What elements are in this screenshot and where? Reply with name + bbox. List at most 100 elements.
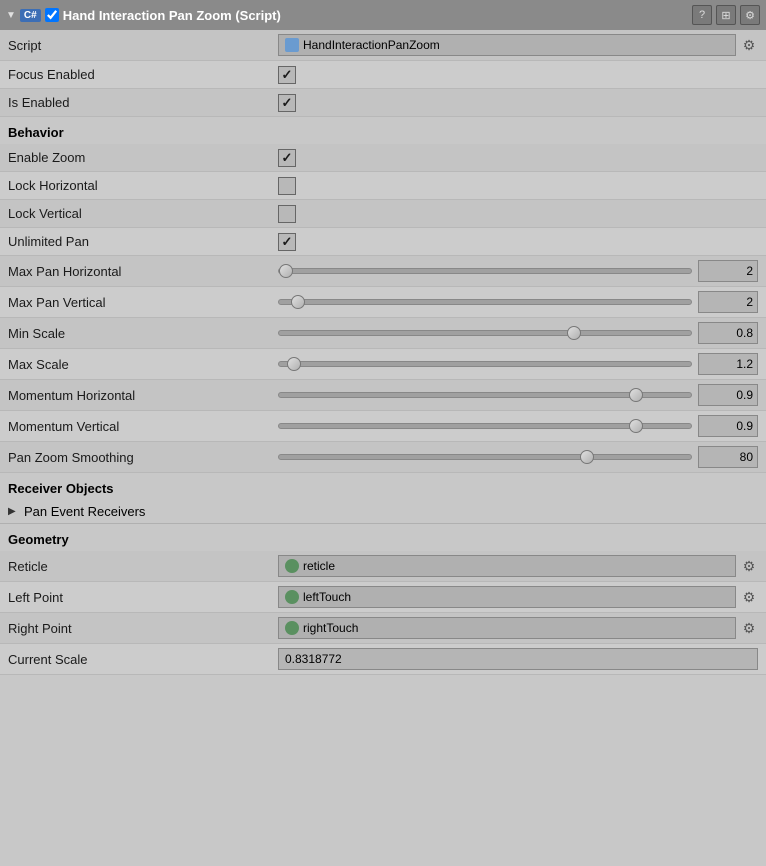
max-pan-horizontal-slider-track[interactable] bbox=[278, 268, 692, 274]
min-scale-row: Min Scale bbox=[0, 318, 766, 349]
max-pan-vertical-slider-track[interactable] bbox=[278, 299, 692, 305]
momentum-vertical-label: Momentum Vertical bbox=[8, 419, 278, 434]
focus-enabled-checkbox[interactable]: ✓ bbox=[278, 66, 296, 84]
pan-zoom-smoothing-slider-container bbox=[278, 446, 758, 468]
pan-event-receivers-row: ▶ Pan Event Receivers bbox=[0, 500, 766, 524]
enable-zoom-label: Enable Zoom bbox=[8, 150, 278, 165]
pan-event-receivers-label: Pan Event Receivers bbox=[24, 504, 145, 519]
layout-icon[interactable]: ⊞ bbox=[716, 5, 736, 25]
script-value: HandInteractionPanZoom bbox=[303, 38, 440, 52]
settings-icon[interactable]: ⚙ bbox=[740, 5, 760, 25]
momentum-vertical-slider-thumb[interactable] bbox=[629, 419, 643, 433]
unlimited-pan-checkmark: ✓ bbox=[282, 234, 293, 250]
min-scale-slider-track[interactable] bbox=[278, 330, 692, 336]
max-pan-vertical-label: Max Pan Vertical bbox=[8, 295, 278, 310]
left-point-row: Left Point leftTouch ⚙ bbox=[0, 582, 766, 613]
max-pan-horizontal-slider-thumb[interactable] bbox=[279, 264, 293, 278]
current-scale-value: 0.8318772 bbox=[278, 648, 758, 670]
behavior-label: Behavior bbox=[8, 125, 64, 140]
component-enabled-checkbox[interactable] bbox=[45, 8, 59, 22]
is-enabled-checkbox[interactable]: ✓ bbox=[278, 94, 296, 112]
enable-zoom-checkbox[interactable]: ✓ bbox=[278, 149, 296, 167]
enable-zoom-row: Enable Zoom ✓ bbox=[0, 144, 766, 172]
reticle-value: reticle bbox=[303, 559, 335, 573]
right-point-gear-icon[interactable]: ⚙ bbox=[740, 619, 758, 637]
receiver-objects-section-header: Receiver Objects bbox=[0, 473, 766, 500]
momentum-vertical-slider-container bbox=[278, 415, 758, 437]
max-scale-slider-thumb[interactable] bbox=[287, 357, 301, 371]
script-row: Script HandInteractionPanZoom ⚙ bbox=[0, 30, 766, 61]
focus-enabled-label: Focus Enabled bbox=[8, 67, 278, 82]
component-title: Hand Interaction Pan Zoom (Script) bbox=[63, 8, 688, 23]
pan-zoom-smoothing-slider-thumb[interactable] bbox=[580, 450, 594, 464]
help-icon[interactable]: ? bbox=[692, 5, 712, 25]
is-enabled-checkmark: ✓ bbox=[282, 95, 293, 111]
pan-zoom-smoothing-value[interactable] bbox=[698, 446, 758, 468]
expand-arrow-icon[interactable]: ▶ bbox=[8, 506, 20, 517]
pan-zoom-smoothing-label: Pan Zoom Smoothing bbox=[8, 450, 278, 465]
max-scale-slider-track[interactable] bbox=[278, 361, 692, 367]
momentum-vertical-value[interactable] bbox=[698, 415, 758, 437]
momentum-horizontal-label: Momentum Horizontal bbox=[8, 388, 278, 403]
collapse-arrow-icon[interactable]: ▼ bbox=[6, 10, 16, 21]
lock-vertical-label: Lock Vertical bbox=[8, 206, 278, 221]
momentum-vertical-slider-track[interactable] bbox=[278, 423, 692, 429]
unlimited-pan-label: Unlimited Pan bbox=[8, 234, 278, 249]
left-point-gear-icon[interactable]: ⚙ bbox=[740, 588, 758, 606]
right-point-row: Right Point rightTouch ⚙ bbox=[0, 613, 766, 644]
lock-horizontal-label: Lock Horizontal bbox=[8, 178, 278, 193]
enable-zoom-checkmark: ✓ bbox=[282, 150, 293, 166]
right-point-label: Right Point bbox=[8, 621, 278, 636]
script-input[interactable]: HandInteractionPanZoom bbox=[278, 34, 736, 56]
current-scale-row: Current Scale 0.8318772 bbox=[0, 644, 766, 675]
reticle-row: Reticle reticle ⚙ bbox=[0, 551, 766, 582]
max-scale-row: Max Scale bbox=[0, 349, 766, 380]
right-point-value: rightTouch bbox=[303, 621, 358, 635]
unlimited-pan-checkbox[interactable]: ✓ bbox=[278, 233, 296, 251]
receiver-objects-label: Receiver Objects bbox=[8, 481, 114, 496]
script-icon bbox=[285, 38, 299, 52]
pan-zoom-smoothing-slider-track[interactable] bbox=[278, 454, 692, 460]
left-point-label: Left Point bbox=[8, 590, 278, 605]
max-pan-vertical-value[interactable] bbox=[698, 291, 758, 313]
reticle-input[interactable]: reticle bbox=[278, 555, 736, 577]
script-gear-icon[interactable]: ⚙ bbox=[740, 36, 758, 54]
max-pan-horizontal-label: Max Pan Horizontal bbox=[8, 264, 278, 279]
lock-horizontal-row: Lock Horizontal bbox=[0, 172, 766, 200]
min-scale-value[interactable] bbox=[698, 322, 758, 344]
is-enabled-label: Is Enabled bbox=[8, 95, 278, 110]
current-scale-label: Current Scale bbox=[8, 652, 278, 667]
max-pan-vertical-slider-container bbox=[278, 291, 758, 313]
unlimited-pan-row: Unlimited Pan ✓ bbox=[0, 228, 766, 256]
max-pan-horizontal-value[interactable] bbox=[698, 260, 758, 282]
language-badge: C# bbox=[20, 9, 41, 22]
max-pan-horizontal-row: Max Pan Horizontal bbox=[0, 256, 766, 287]
momentum-horizontal-slider-track[interactable] bbox=[278, 392, 692, 398]
momentum-vertical-row: Momentum Vertical bbox=[0, 411, 766, 442]
left-point-input[interactable]: leftTouch bbox=[278, 586, 736, 608]
focus-enabled-row: Focus Enabled ✓ bbox=[0, 61, 766, 89]
geometry-label: Geometry bbox=[8, 532, 69, 547]
max-scale-slider-container bbox=[278, 353, 758, 375]
lock-horizontal-checkbox[interactable] bbox=[278, 177, 296, 195]
geometry-section-header: Geometry bbox=[0, 524, 766, 551]
left-point-obj-icon bbox=[285, 590, 299, 604]
min-scale-slider-container bbox=[278, 322, 758, 344]
reticle-obj-icon bbox=[285, 559, 299, 573]
lock-vertical-checkbox[interactable] bbox=[278, 205, 296, 223]
min-scale-slider-thumb[interactable] bbox=[567, 326, 581, 340]
behavior-section-header: Behavior bbox=[0, 117, 766, 144]
focus-enabled-checkmark: ✓ bbox=[282, 67, 293, 83]
right-point-input[interactable]: rightTouch bbox=[278, 617, 736, 639]
momentum-horizontal-value[interactable] bbox=[698, 384, 758, 406]
script-label: Script bbox=[8, 38, 278, 53]
max-scale-label: Max Scale bbox=[8, 357, 278, 372]
reticle-gear-icon[interactable]: ⚙ bbox=[740, 557, 758, 575]
lock-vertical-row: Lock Vertical bbox=[0, 200, 766, 228]
momentum-horizontal-slider-thumb[interactable] bbox=[629, 388, 643, 402]
max-scale-value[interactable] bbox=[698, 353, 758, 375]
momentum-horizontal-row: Momentum Horizontal bbox=[0, 380, 766, 411]
max-pan-vertical-slider-thumb[interactable] bbox=[291, 295, 305, 309]
header-bar: ▼ C# Hand Interaction Pan Zoom (Script) … bbox=[0, 0, 766, 30]
max-pan-horizontal-slider-container bbox=[278, 260, 758, 282]
